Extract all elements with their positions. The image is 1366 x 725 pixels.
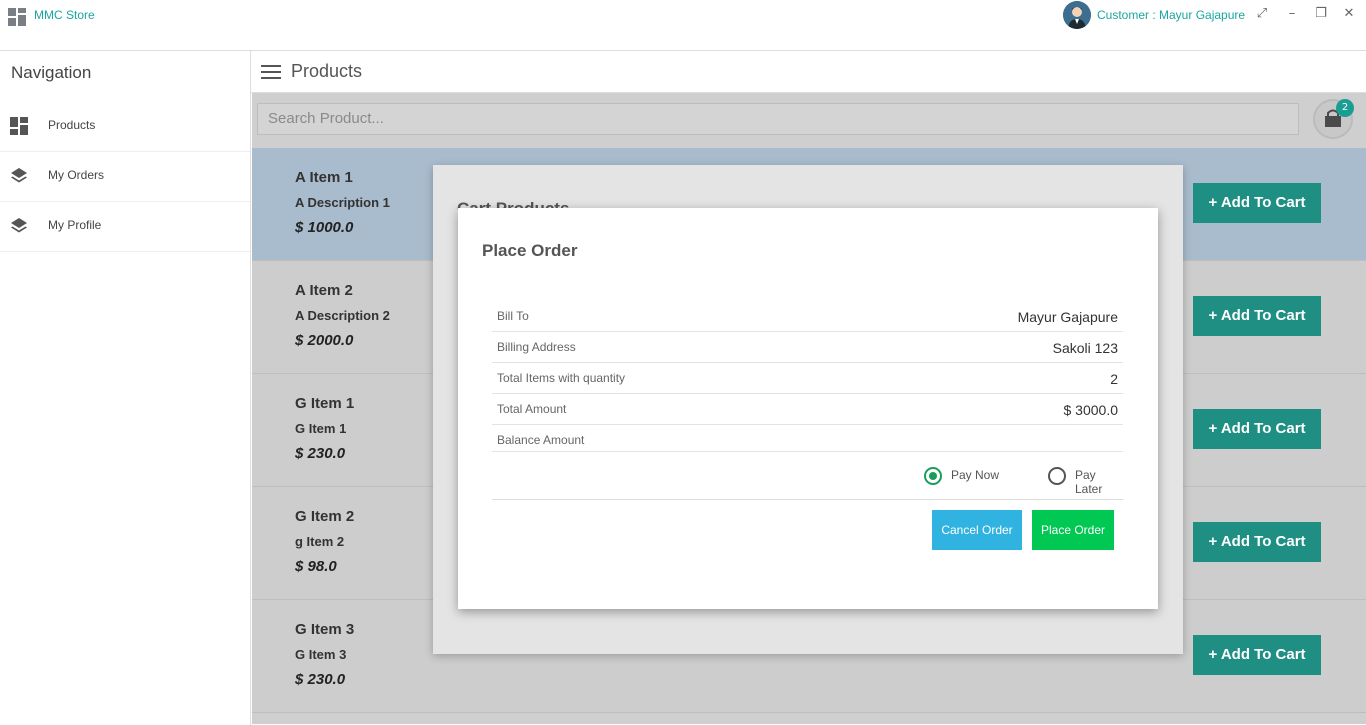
total-items-row: Total Items with quantity 2: [492, 362, 1123, 394]
add-to-cart-button[interactable]: + Add To Cart: [1193, 522, 1321, 562]
product-name: G Item 1: [295, 395, 355, 412]
product-description: G Item 3: [295, 647, 347, 662]
dashboard-icon: [10, 117, 28, 135]
nav-title: Navigation: [11, 63, 92, 82]
sidebar: Navigation Products My Orders My Profile: [0, 50, 251, 725]
sidebar-item-my-orders[interactable]: My Orders: [0, 151, 250, 202]
app-logo-icon: [8, 8, 26, 26]
page-title: Products: [291, 61, 363, 81]
row-label: Bill To: [497, 309, 529, 323]
sidebar-item-my-profile[interactable]: My Profile: [0, 201, 250, 252]
row-value: Mayur Gajapure: [1017, 309, 1118, 325]
add-to-cart-button[interactable]: + Add To Cart: [1193, 296, 1321, 336]
place-order-button[interactable]: Place Order: [1032, 510, 1114, 550]
product-name: A Item 1: [295, 169, 353, 186]
add-to-cart-button[interactable]: + Add To Cart: [1193, 409, 1321, 449]
product-price: $ 98.0: [295, 558, 337, 575]
payment-options: Pay Now Pay Later: [492, 452, 1123, 500]
product-price: $ 230.0: [295, 445, 346, 462]
avatar[interactable]: [1063, 1, 1091, 29]
row-value: Sakoli 123: [1052, 340, 1118, 356]
row-label: Billing Address: [497, 340, 576, 354]
total-amount-row: Total Amount $ 3000.0: [492, 393, 1123, 425]
add-to-cart-button[interactable]: + Add To Cart: [1193, 635, 1321, 675]
row-label: Total Amount: [497, 402, 567, 416]
row-value: $ 3000.0: [1063, 402, 1119, 418]
sidebar-item-products[interactable]: Products: [0, 101, 250, 152]
layers-icon: [10, 167, 28, 185]
product-price: $ 2000.0: [295, 332, 354, 349]
cart-count-badge: 2: [1336, 99, 1354, 117]
search-input[interactable]: Search Product...: [257, 103, 1299, 135]
pay-now-radio[interactable]: [924, 467, 942, 485]
pay-later-label[interactable]: Pay Later: [1075, 468, 1123, 496]
order-dialog-title: Place Order: [482, 241, 578, 260]
place-order-dialog: Place Order Bill To Mayur Gajapure Billi…: [458, 208, 1158, 609]
row-label: Total Items with quantity: [497, 371, 626, 385]
minimize-icon[interactable]: –: [1284, 6, 1300, 22]
cancel-order-button[interactable]: Cancel Order: [932, 510, 1022, 550]
product-description: A Description 2: [295, 308, 390, 323]
product-price: $ 230.0: [295, 671, 346, 688]
sidebar-item-label: My Profile: [48, 218, 102, 232]
product-price: $ 1000.0: [295, 219, 354, 236]
product-name: A Item 2: [295, 282, 353, 299]
expand-icon[interactable]: ⤢: [1254, 6, 1270, 22]
sidebar-item-label: My Orders: [48, 168, 105, 182]
app-title: MMC Store: [34, 8, 95, 22]
hamburger-menu-icon[interactable]: [261, 65, 281, 79]
row-label: Balance Amount: [497, 433, 585, 447]
product-description: A Description 1: [295, 195, 390, 210]
product-name: G Item 2: [295, 508, 355, 525]
billing-address-row: Billing Address Sakoli 123: [492, 331, 1123, 363]
product-name: G Item 3: [295, 621, 355, 638]
layers-icon: [10, 217, 28, 235]
close-icon[interactable]: ✕: [1341, 6, 1357, 22]
add-to-cart-button[interactable]: + Add To Cart: [1193, 183, 1321, 223]
row-value: 2: [1110, 371, 1118, 387]
product-description: g Item 2: [295, 534, 345, 549]
restore-icon[interactable]: ❐: [1313, 6, 1329, 22]
sidebar-item-label: Products: [48, 118, 96, 132]
pay-later-radio[interactable]: [1048, 467, 1066, 485]
product-description: G Item 1: [295, 421, 347, 436]
title-bar: MMC Store Customer : Mayur Gajapure ⤢ – …: [0, 0, 1366, 32]
balance-amount-row: Balance Amount: [492, 424, 1123, 452]
pay-now-label[interactable]: Pay Now: [951, 468, 999, 482]
main-header: Products: [251, 50, 1366, 93]
bill-to-row: Bill To Mayur Gajapure: [492, 300, 1123, 332]
customer-label[interactable]: Customer : Mayur Gajapure: [1097, 8, 1245, 22]
